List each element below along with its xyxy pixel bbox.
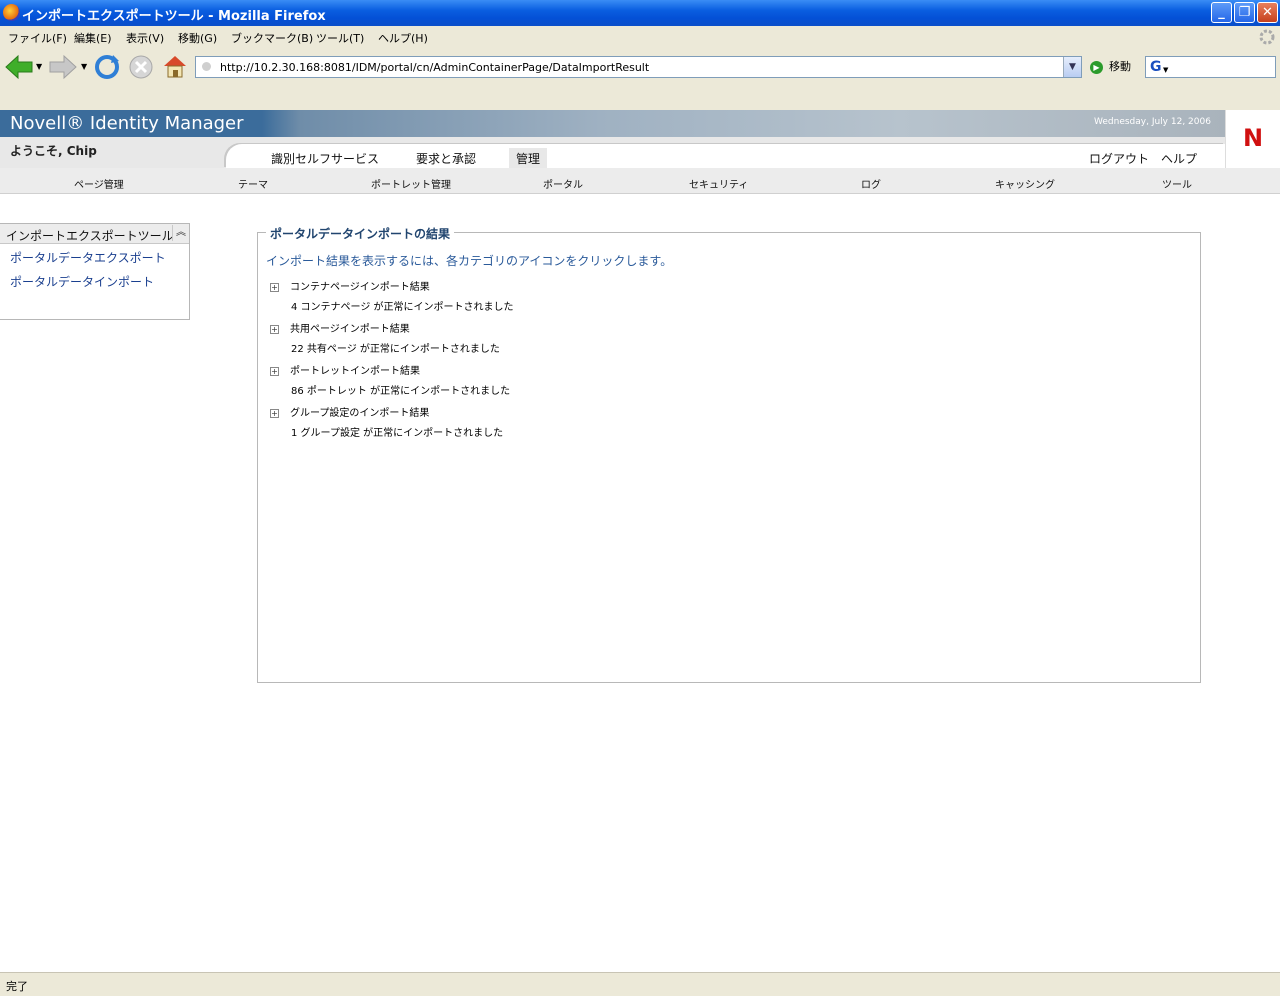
page-favicon-icon xyxy=(202,62,211,71)
subnav-portal[interactable]: ポータル xyxy=(543,176,583,191)
status-bar: 完了 xyxy=(0,972,1280,996)
search-box[interactable]: G ▼ xyxy=(1145,56,1276,78)
subnav-portlet-admin[interactable]: ポートレット管理 xyxy=(371,176,451,191)
window-title: インポートエクスポートツール - Mozilla Firefox xyxy=(22,9,326,24)
menu-tools[interactable]: ツール(T) xyxy=(316,30,364,46)
search-engine-icon[interactable]: G xyxy=(1150,59,1162,75)
tab-requests-approvals[interactable]: 要求と承認 xyxy=(416,150,476,167)
category-row[interactable]: + ポートレットインポート結果 xyxy=(270,362,420,377)
novell-logo: N xyxy=(1225,110,1280,168)
expand-icon[interactable]: + xyxy=(270,366,279,376)
search-engine-dropdown-icon[interactable]: ▼ xyxy=(1163,66,1168,74)
category-row[interactable]: + 共用ページインポート結果 xyxy=(270,320,410,335)
tab-strip: 識別セルフサービス 要求と承認 管理 ログアウト ヘルプ xyxy=(226,144,1225,169)
home-icon[interactable] xyxy=(161,52,189,80)
throbber-icon xyxy=(1259,29,1275,45)
header-date: Wednesday, July 12, 2006 xyxy=(1094,117,1211,127)
app-brand: Novell® Identity Manager xyxy=(10,113,244,134)
back-icon[interactable] xyxy=(4,54,34,80)
sidebar-title: インポートエクスポートツール xyxy=(6,229,174,243)
sidebar-header: インポートエクスポートツール ︽ xyxy=(0,224,189,244)
url-bar[interactable]: http://10.2.30.168:8081/IDM/portal/cn/Ad… xyxy=(195,56,1082,78)
subnav-theme[interactable]: テーマ xyxy=(238,176,268,191)
subnav-security[interactable]: セキュリティ xyxy=(689,176,748,191)
sidebar-link-import[interactable]: ポータルデータインポート xyxy=(10,273,154,290)
category-label: コンテナページインポート結果 xyxy=(290,282,430,293)
forward-dropdown-icon[interactable]: ▼ xyxy=(81,62,87,71)
category-label: ポートレットインポート結果 xyxy=(290,366,420,377)
window-titlebar[interactable]: インポートエクスポートツール - Mozilla Firefox _ ❐ ✕ xyxy=(0,0,1280,26)
help-link[interactable]: ヘルプ xyxy=(1161,150,1197,167)
menu-bookmarks[interactable]: ブックマーク(B) xyxy=(231,30,313,46)
sidebar-panel: インポートエクスポートツール ︽ ポータルデータエクスポート ポータルデータイン… xyxy=(0,223,190,320)
expand-icon[interactable]: + xyxy=(270,408,279,418)
go-button[interactable]: ▶ 移動 xyxy=(1090,58,1131,74)
expand-icon[interactable]: + xyxy=(270,282,279,292)
sub-navigation: ページ管理 テーマ ポートレット管理 ポータル セキュリティ ログ キャッシング… xyxy=(0,168,1280,194)
welcome-text: ようこそ, Chip xyxy=(10,144,97,158)
category-result: 4 コンテナページ が正常にインポートされました xyxy=(291,302,514,313)
firefox-icon xyxy=(3,4,20,21)
panel-instruction: インポート結果を表示するには、各カテゴリのアイコンをクリックします。 xyxy=(266,254,673,268)
panel-legend: ポータルデータインポートの結果 xyxy=(266,225,455,242)
menu-view[interactable]: 表示(V) xyxy=(126,30,164,46)
forward-icon[interactable] xyxy=(48,54,78,80)
collapse-icon[interactable]: ︽ xyxy=(172,225,189,241)
restore-button[interactable]: ❐ xyxy=(1234,2,1255,23)
reload-icon[interactable] xyxy=(93,53,121,81)
category-label: グループ設定のインポート結果 xyxy=(290,408,430,419)
import-result-panel: ポータルデータインポートの結果 インポート結果を表示するには、各カテゴリのアイコ… xyxy=(257,225,1201,683)
go-icon: ▶ xyxy=(1090,60,1103,74)
menu-go[interactable]: 移動(G) xyxy=(178,30,217,46)
menu-help[interactable]: ヘルプ(H) xyxy=(378,30,428,46)
stop-icon[interactable] xyxy=(127,53,155,81)
category-label: 共用ページインポート結果 xyxy=(290,324,410,335)
menu-edit[interactable]: 編集(E) xyxy=(74,30,112,46)
url-dropdown-icon[interactable]: ▼ xyxy=(1063,57,1081,77)
logout-link[interactable]: ログアウト xyxy=(1089,150,1149,167)
url-text[interactable]: http://10.2.30.168:8081/IDM/portal/cn/Ad… xyxy=(220,61,649,74)
sidebar-link-export[interactable]: ポータルデータエクスポート xyxy=(10,249,166,266)
category-result: 22 共有ページ が正常にインポートされました xyxy=(291,344,500,355)
category-result: 86 ポートレット が正常にインポートされました xyxy=(291,386,511,397)
tab-identity-self-service[interactable]: 識別セルフサービス xyxy=(271,150,379,167)
category-row[interactable]: + グループ設定のインポート結果 xyxy=(270,404,429,419)
minimize-button[interactable]: _ xyxy=(1211,2,1232,23)
menu-file[interactable]: ファイル(F) xyxy=(8,30,67,46)
subnav-caching[interactable]: キャッシング xyxy=(995,176,1055,191)
bookmarks-toolbar xyxy=(0,86,1280,111)
app-header: Novell® Identity Manager Wednesday, July… xyxy=(0,110,1225,137)
tab-administration[interactable]: 管理 xyxy=(509,148,548,169)
subnav-tools[interactable]: ツール xyxy=(1162,176,1192,191)
subnav-page-admin[interactable]: ページ管理 xyxy=(74,176,124,191)
status-text: 完了 xyxy=(6,980,28,993)
subnav-log[interactable]: ログ xyxy=(861,176,881,191)
close-button[interactable]: ✕ xyxy=(1257,2,1278,23)
category-row[interactable]: + コンテナページインポート結果 xyxy=(270,278,430,293)
back-dropdown-icon[interactable]: ▼ xyxy=(36,62,42,71)
expand-icon[interactable]: + xyxy=(270,324,279,334)
novell-logo-letter: N xyxy=(1243,124,1264,152)
menu-bar: ファイル(F) 編集(E) 表示(V) 移動(G) ブックマーク(B) ツール(… xyxy=(0,26,1280,49)
category-result: 1 グループ設定 が正常にインポートされました xyxy=(291,428,504,439)
